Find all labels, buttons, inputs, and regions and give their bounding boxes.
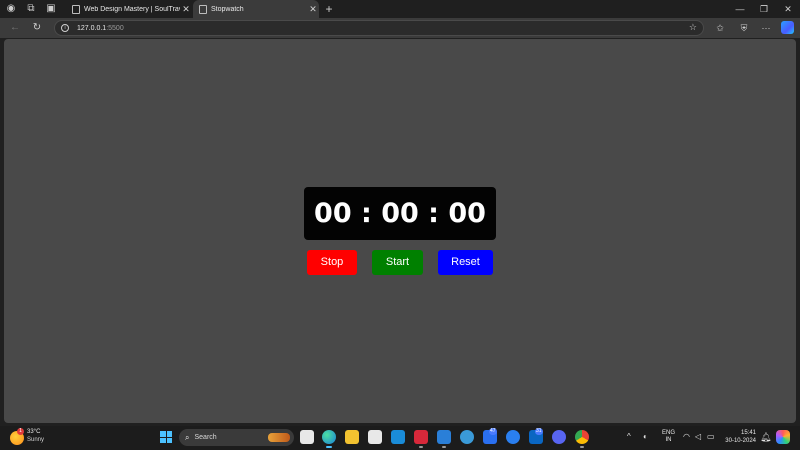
notification-bell-icon[interactable]: 🔔︎ [760, 432, 771, 443]
workspaces-icon[interactable]: ⧉ [24, 2, 38, 16]
refresh-icon[interactable]: ↻ [30, 21, 44, 35]
copilot-icon[interactable] [781, 21, 794, 34]
weather-condition[interactable]: Sunny [27, 437, 44, 443]
notification-badge: 31 [535, 428, 543, 435]
vscode-icon[interactable] [437, 430, 451, 444]
tab-actions-icon[interactable]: ▣ [44, 2, 58, 16]
stopwatch-display: 00 : 00 : 00 [304, 187, 496, 240]
store-icon[interactable] [368, 430, 382, 444]
page-viewport: 00 : 00 : 00 Stop Start Reset [4, 39, 796, 423]
weather-temperature[interactable]: 33°C [27, 429, 40, 435]
back-arrow-icon[interactable]: ← [8, 21, 22, 35]
search-label: Search [194, 434, 217, 441]
close-window-icon[interactable]: ✕ [775, 0, 800, 18]
battery-icon[interactable]: ▭ [707, 432, 715, 441]
stop-button[interactable]: Stop [307, 250, 357, 275]
running-app-indicator [442, 446, 446, 448]
active-app-indicator [326, 446, 332, 448]
tab-strip: ◉ ⧉ ▣ Web Design Mastery | SoulTravel ✕ … [0, 0, 800, 18]
profile-avatar-icon[interactable]: ◉ [4, 2, 18, 16]
capcut-icon[interactable] [391, 430, 405, 444]
favorite-star-icon[interactable]: ☆ [689, 22, 697, 33]
weather-badge: 1 [17, 428, 24, 435]
system-clock[interactable]: 15:41 30-10-2024 [724, 429, 756, 445]
app-icon[interactable] [460, 430, 474, 444]
close-tab-icon[interactable]: ✕ [180, 4, 192, 15]
taskbar-search[interactable]: ⌕ Search [179, 429, 294, 446]
show-hidden-icons-chevron-icon[interactable]: ^ [627, 432, 631, 441]
more-options-icon[interactable]: ··· [759, 21, 773, 35]
page-icon [72, 4, 80, 14]
tray-app-icon[interactable]: ◐ [643, 432, 648, 441]
restore-icon[interactable]: ❐ [751, 0, 777, 18]
tab-stopwatch[interactable]: Stopwatch ✕ [193, 0, 319, 18]
search-icon: ⌕ [185, 432, 190, 442]
wifi-icon[interactable]: ◠ [683, 432, 690, 441]
address-bar[interactable]: i 127.0.0.1:5500 ☆ [54, 20, 704, 36]
url-text: 127.0.0.1:5500 [77, 24, 124, 32]
discord-icon[interactable] [552, 430, 566, 444]
task-view-icon[interactable] [300, 430, 314, 444]
tab-title: Stopwatch [211, 5, 244, 13]
page-icon [199, 4, 207, 14]
start-menu-icon[interactable] [160, 431, 172, 443]
start-button[interactable]: Start [372, 250, 423, 275]
close-tab-icon[interactable]: ✕ [307, 4, 319, 15]
new-tab-icon[interactable]: + [322, 1, 336, 17]
tab-soultravel[interactable]: Web Design Mastery | SoulTravel ✕ [66, 0, 192, 18]
navigation-bar: ← ↻ i 127.0.0.1:5500 ☆ ✩ ⛨ ··· [0, 18, 800, 38]
minimize-icon[interactable]: — [727, 0, 753, 18]
volume-icon[interactable]: ◁ [695, 432, 701, 441]
file-explorer-icon[interactable] [345, 430, 359, 444]
running-app-indicator [580, 446, 584, 448]
search-highlight-icon [268, 433, 290, 442]
browser-essentials-icon[interactable]: ⛨ [737, 21, 751, 35]
chrome-icon[interactable] [575, 430, 589, 444]
notification-badge: 47 [489, 428, 497, 435]
running-app-indicator [419, 446, 423, 448]
zoom-icon[interactable] [506, 430, 520, 444]
media-player-icon[interactable] [414, 430, 428, 444]
language-indicator[interactable]: ENG IN [662, 430, 675, 444]
tab-title: Web Design Mastery | SoulTravel [84, 5, 180, 13]
edge-browser-icon[interactable] [322, 430, 336, 444]
copilot-taskbar-icon[interactable] [776, 430, 790, 444]
favorites-icon[interactable]: ✩ [713, 21, 727, 35]
reset-button[interactable]: Reset [438, 250, 493, 275]
site-info-icon[interactable]: i [61, 24, 69, 32]
